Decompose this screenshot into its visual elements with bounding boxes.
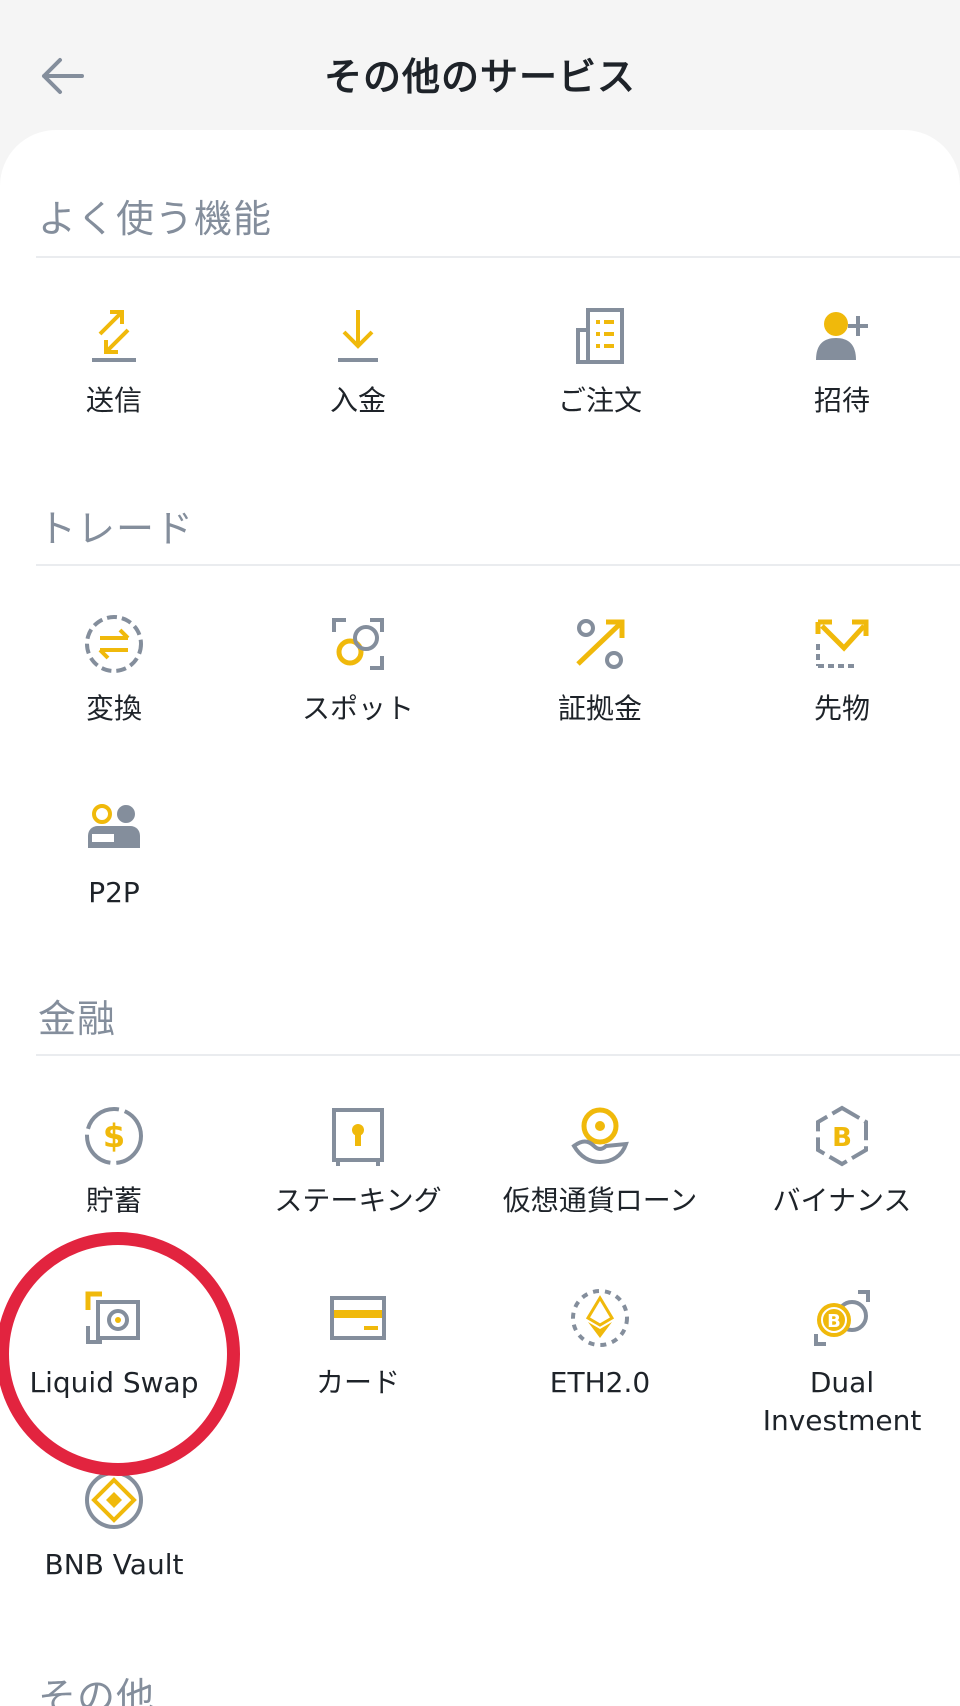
section-title-other: その他 xyxy=(38,1675,156,1706)
tile-eth[interactable]: ETH2.0 xyxy=(480,1286,720,1402)
tile-crypto-loan[interactable]: 仮想通貨ローン xyxy=(480,1104,720,1220)
eth-icon xyxy=(571,1289,629,1347)
tile-label: ステーキング xyxy=(274,1184,442,1217)
tile-liquid-swap[interactable]: Liquid Swap xyxy=(0,1286,234,1402)
tile-convert[interactable]: 変換 xyxy=(0,612,234,728)
tile-bnb-vault[interactable]: BNB Vault xyxy=(0,1468,234,1584)
bnb-vault-icon xyxy=(85,1471,143,1529)
tile-binance-pool[interactable]: B バイナンス xyxy=(722,1104,960,1220)
divider xyxy=(36,256,960,258)
divider xyxy=(36,1054,960,1056)
card-icon xyxy=(330,1296,386,1340)
staking-icon xyxy=(332,1108,384,1166)
tile-card[interactable]: カード xyxy=(238,1286,478,1402)
tile-label: スポット xyxy=(301,692,414,725)
tile-label: 送信 xyxy=(85,384,142,417)
section-title-finance: 金融 xyxy=(38,997,117,1041)
tile-label: カード xyxy=(315,1366,400,1399)
section-title-trade: トレード xyxy=(38,507,195,551)
binance-pool-icon: B xyxy=(816,1105,868,1167)
tile-p2p[interactable]: P2P xyxy=(0,796,234,912)
send-icon xyxy=(92,310,136,362)
tile-label: バイナンス xyxy=(772,1184,912,1217)
svg-text:B: B xyxy=(832,1123,852,1153)
margin-icon xyxy=(576,619,625,669)
tile-label: BNB Vault xyxy=(44,1548,184,1581)
section-title-frequent: よく使う機能 xyxy=(38,197,273,241)
tile-label: Dual Investment xyxy=(762,1366,922,1437)
convert-icon xyxy=(85,615,143,673)
page-title: その他のサービス xyxy=(323,55,636,99)
tile-label: 変換 xyxy=(85,692,142,725)
orders-icon xyxy=(576,308,624,364)
p2p-icon xyxy=(88,804,140,848)
tile-label: 証拠金 xyxy=(557,692,642,725)
deposit-icon xyxy=(338,310,378,362)
tile-label: 入金 xyxy=(329,384,386,417)
tile-savings[interactable]: $ 貯蓄 xyxy=(0,1104,234,1220)
futures-icon xyxy=(815,619,869,668)
tile-futures[interactable]: 先物 xyxy=(722,612,960,728)
liquid-swap-icon xyxy=(85,1291,140,1344)
tile-label: 先物 xyxy=(813,692,870,725)
tile-label: 貯蓄 xyxy=(85,1184,142,1217)
tile-label: P2P xyxy=(88,876,140,909)
tile-label: ETH2.0 xyxy=(549,1366,651,1399)
crypto-loan-icon xyxy=(571,1107,629,1165)
tile-staking[interactable]: ステーキング xyxy=(238,1104,478,1220)
invite-icon xyxy=(816,312,868,360)
tile-label: 招待 xyxy=(813,384,870,417)
header: その他のサービス xyxy=(0,0,960,140)
divider xyxy=(36,564,960,566)
tile-send[interactable]: 送信 xyxy=(0,304,234,420)
dual-investment-icon: B xyxy=(814,1290,870,1346)
tile-spot[interactable]: スポット xyxy=(238,612,478,728)
tile-deposit[interactable]: 入金 xyxy=(238,304,478,420)
spot-icon xyxy=(332,618,384,670)
svg-text:$: $ xyxy=(103,1117,125,1155)
tile-dual-investment[interactable]: B Dual Investment xyxy=(722,1286,960,1440)
tile-orders[interactable]: ご注文 xyxy=(480,304,720,420)
tile-label: 仮想通貨ローン xyxy=(502,1184,698,1217)
svg-text:B: B xyxy=(827,1311,841,1332)
tile-invite[interactable]: 招待 xyxy=(722,304,960,420)
savings-icon: $ xyxy=(85,1107,143,1165)
tile-margin[interactable]: 証拠金 xyxy=(480,612,720,728)
tile-label: ご注文 xyxy=(557,384,642,417)
tile-label: Liquid Swap xyxy=(29,1366,199,1399)
